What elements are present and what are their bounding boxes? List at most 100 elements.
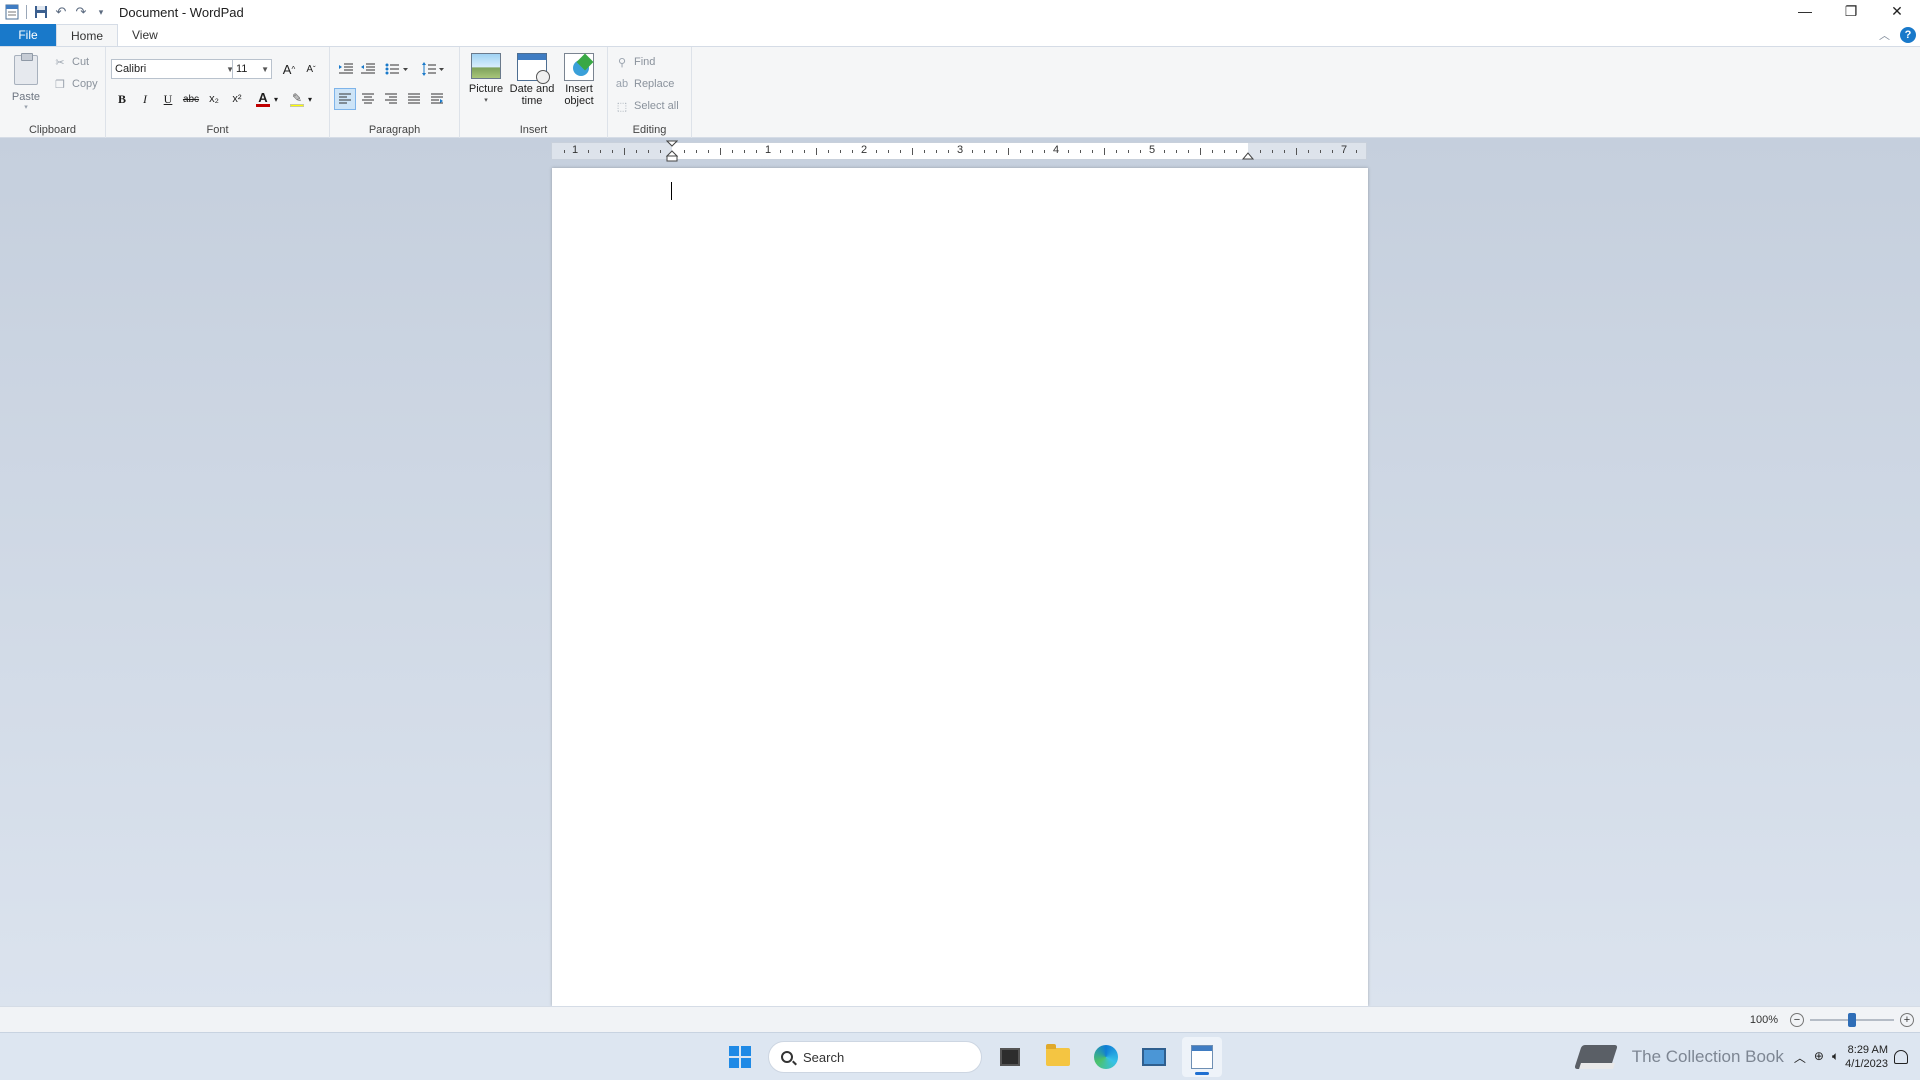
clock-time: 8:29 AM (1847, 1044, 1888, 1056)
font-color-dropdown-icon[interactable]: ▾ (271, 88, 281, 110)
save-icon[interactable] (31, 2, 51, 22)
cut-label: Cut (72, 56, 90, 68)
ruler-tick (924, 150, 925, 153)
increase-indent-icon[interactable] (357, 58, 379, 80)
ruler-number: 1 (764, 144, 772, 156)
remote-desktop-icon (1142, 1048, 1166, 1066)
volume-icon[interactable]: 🔈︎ (1832, 1049, 1839, 1066)
ruler-number: 4 (1052, 144, 1060, 156)
customize-qat-icon[interactable]: ▾ (91, 2, 111, 22)
line-spacing-button[interactable] (418, 58, 448, 80)
tray-icons: ︿ ⊕ 🔈︎ (1794, 1049, 1839, 1066)
insert-object-button[interactable]: Insert object (558, 53, 600, 107)
ruler-tick (1308, 150, 1309, 153)
notification-icon[interactable] (1894, 1050, 1908, 1064)
calendar-icon (517, 53, 550, 84)
wordpad-app-icon[interactable] (2, 2, 22, 22)
strikethrough-button[interactable]: abc (180, 88, 202, 110)
paste-label: Paste (11, 91, 41, 103)
shrink-font-button[interactable]: Aˇ (300, 58, 322, 80)
zoom-slider-thumb[interactable] (1848, 1013, 1856, 1027)
taskbar: Search The Collection Book ︿ ⊕ 🔈︎ 8:29 A… (0, 1032, 1920, 1080)
minimize-button[interactable]: — (1782, 0, 1828, 22)
justify-button[interactable] (403, 88, 425, 110)
tab-home[interactable]: Home (56, 24, 119, 46)
redo-icon[interactable]: ↷ (71, 2, 91, 22)
document-page[interactable] (552, 168, 1368, 1006)
remote-desktop-button[interactable] (1134, 1037, 1174, 1077)
underline-button[interactable]: U (157, 88, 179, 110)
close-button[interactable]: ✕ (1874, 0, 1920, 22)
ruler-tick (996, 150, 997, 153)
replace-button[interactable]: ab Replace (614, 75, 674, 93)
restore-button[interactable]: ❐ (1828, 0, 1874, 22)
select-all-label: Select all (634, 100, 679, 112)
ruler-tick (1116, 150, 1117, 153)
ruler-tick (624, 148, 625, 155)
ruler-tick (780, 150, 781, 153)
align-center-button[interactable] (357, 88, 379, 110)
indent-marker-icon[interactable] (666, 140, 678, 162)
collapse-ribbon-icon[interactable]: ︿ (1879, 27, 1890, 43)
ruler-tick (852, 150, 853, 153)
chevron-down-icon: ▾ (24, 104, 28, 111)
replace-icon: ab (615, 78, 629, 90)
decrease-indent-icon[interactable] (335, 58, 357, 80)
ruler-tick (1188, 150, 1189, 153)
grow-font-button[interactable]: A ^ (278, 58, 300, 80)
superscript-button[interactable]: x² (226, 88, 248, 110)
font-group-label: Font (206, 124, 229, 136)
align-left-button[interactable] (334, 88, 356, 110)
zoom-slider[interactable] (1810, 1013, 1894, 1027)
italic-button[interactable]: I (134, 88, 156, 110)
chevron-up-icon[interactable]: ︿ (1794, 1049, 1806, 1066)
ruler-tick (1020, 150, 1021, 153)
zoom-in-button[interactable]: + (1900, 1013, 1914, 1027)
find-button[interactable]: ⚲ Find (614, 53, 655, 71)
align-right-button[interactable] (380, 88, 402, 110)
ruler-tick (876, 150, 877, 153)
edge-icon (1094, 1045, 1118, 1069)
network-icon[interactable]: ⊕ (1814, 1049, 1824, 1066)
right-indent-marker-icon[interactable] (1242, 148, 1254, 160)
wordpad-taskbar-button[interactable] (1182, 1037, 1222, 1077)
file-explorer-button[interactable] (1038, 1037, 1078, 1077)
paste-button[interactable]: Paste ▾ (8, 53, 44, 113)
select-all-button[interactable]: ⬚ Select all (614, 97, 679, 115)
task-view-button[interactable] (990, 1037, 1030, 1077)
font-group: Calibri ▼ 11 ▼ A ^ Aˇ B I U abc x₂ x² A ▾… (106, 47, 330, 139)
paragraph-settings-icon[interactable] (426, 88, 448, 110)
taskbar-search[interactable]: Search (768, 1041, 982, 1073)
ruler[interactable]: 1 1 2 3 4 5 7 (551, 140, 1367, 162)
ruler-tick (1260, 150, 1261, 153)
subscript-button[interactable]: x₂ (203, 88, 225, 110)
undo-icon[interactable]: ↶ (51, 2, 71, 22)
date-time-button[interactable]: Date and time (508, 53, 556, 107)
insert-picture-button[interactable]: Picture ▾ (466, 53, 506, 107)
font-size-select[interactable]: 11 ▼ (232, 59, 272, 79)
zoom-level: 100% (1749, 1014, 1778, 1026)
bullet-list-button[interactable] (382, 58, 412, 80)
ruler-tick (792, 150, 793, 153)
clock[interactable]: 8:29 AM 4/1/2023 (1845, 1043, 1888, 1071)
folder-icon (1046, 1044, 1070, 1066)
bold-button[interactable]: B (111, 88, 133, 110)
paragraph-group-label: Paragraph (368, 124, 421, 136)
tab-view[interactable]: View (118, 24, 172, 46)
highlight-dropdown-icon[interactable]: ▾ (305, 88, 315, 110)
cut-button[interactable]: ✂ Cut (52, 53, 89, 71)
tab-file[interactable]: File (0, 24, 56, 46)
zoom-out-button[interactable]: − (1790, 1013, 1804, 1027)
select-all-icon: ⬚ (616, 100, 628, 113)
ruler-tick (1320, 150, 1321, 153)
help-icon[interactable]: ? (1900, 27, 1916, 43)
copy-button[interactable]: ❐ Copy (52, 75, 98, 93)
date-time-label-2: time (521, 95, 543, 107)
system-tray: The Collection Book ︿ ⊕ 🔈︎ 8:29 AM 4/1/2… (1573, 1033, 1920, 1080)
font-family-select[interactable]: Calibri ▼ (111, 59, 237, 79)
ruler-tick (1080, 150, 1081, 153)
start-button[interactable] (720, 1037, 760, 1077)
clipboard-group-label: Clipboard (28, 124, 77, 136)
edge-button[interactable] (1086, 1037, 1126, 1077)
ruler-tick (840, 150, 841, 153)
